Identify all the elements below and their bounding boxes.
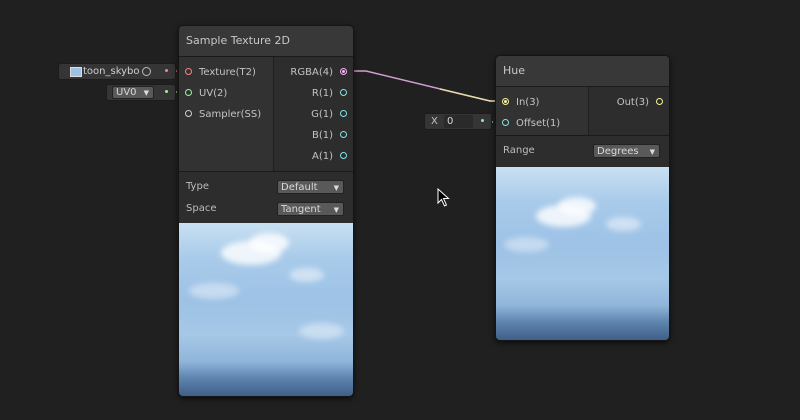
output-port-g[interactable]: G(1) (277, 104, 347, 125)
texture-inline-port (165, 69, 168, 72)
offset-axis-label: X (431, 116, 438, 127)
uv-channel-dropdown[interactable]: UV0 ▼ (112, 86, 154, 99)
node-ports: In(3) Offset(1) Out(3) (496, 87, 669, 136)
uv-inline-input[interactable]: UV0 ▼ (106, 84, 176, 101)
output-port-a[interactable]: A(1) (277, 146, 347, 167)
chevron-down-icon: ▼ (333, 184, 339, 192)
chevron-down-icon: ▼ (333, 206, 339, 214)
space-value: Tangent (281, 204, 321, 215)
hue-node[interactable]: Hue In(3) Offset(1) Out(3) Range Degrees… (495, 55, 670, 341)
port-uv-label: UV(2) (199, 88, 228, 99)
sky-preview-image (179, 223, 353, 396)
type-label: Type (186, 181, 209, 192)
texture-preview (179, 223, 353, 396)
port-r-dot (340, 89, 347, 96)
port-g-dot (340, 110, 347, 117)
sky-preview-image (496, 167, 669, 340)
port-in-label: In(3) (516, 97, 540, 108)
port-rgba-dot (340, 68, 347, 75)
output-port-b[interactable]: B(1) (277, 125, 347, 146)
port-a-dot (340, 152, 347, 159)
node-title[interactable]: Hue (496, 56, 669, 87)
output-port-rgba[interactable]: RGBA(4) (277, 62, 347, 83)
uv-channel-value: UV0 (116, 87, 137, 98)
output-port-out[interactable]: Out(3) (593, 92, 663, 113)
offset-inline-input[interactable]: X 0 (424, 113, 492, 130)
type-dropdown[interactable]: Default ▼ (277, 180, 344, 194)
texture-inline-input[interactable]: toon_skybo (58, 63, 176, 80)
mouse-cursor-icon (437, 188, 450, 207)
space-dropdown[interactable]: Tangent ▼ (277, 202, 344, 216)
port-r-label: R(1) (311, 88, 333, 99)
texture-thumbnail-icon (70, 67, 82, 77)
port-in-dot (502, 98, 509, 105)
type-value: Default (281, 182, 318, 193)
node-properties: Range Degrees ▼ (496, 136, 669, 166)
port-texture-label: Texture(T2) (199, 67, 256, 78)
port-offset-label: Offset(1) (516, 118, 561, 129)
sample-texture-2d-node[interactable]: Sample Texture 2D Texture(T2) UV(2) Samp… (178, 25, 354, 397)
offset-value-field[interactable]: 0 (444, 115, 473, 128)
port-texture-dot (185, 68, 192, 75)
hue-preview (496, 167, 669, 340)
node-title[interactable]: Sample Texture 2D (179, 26, 353, 57)
port-b-dot (340, 131, 347, 138)
port-uv-dot (185, 89, 192, 96)
chevron-down-icon: ▼ (143, 89, 149, 97)
node-ports: Texture(T2) UV(2) Sampler(SS) RGBA(4) R(… (179, 57, 353, 172)
port-sampler-label: Sampler(SS) (199, 109, 262, 120)
wire-rgba-to-in (345, 70, 505, 102)
port-out-dot (656, 98, 663, 105)
port-out-label: Out(3) (616, 97, 649, 108)
port-offset-dot (502, 119, 509, 126)
chevron-down-icon: ▼ (649, 148, 655, 156)
port-a-label: A(1) (311, 151, 333, 162)
port-rgba-label: RGBA(4) (290, 67, 333, 78)
port-g-label: G(1) (311, 109, 333, 120)
range-label: Range (503, 145, 535, 156)
node-properties: Type Default ▼ Space Tangent ▼ (179, 172, 353, 224)
offset-inline-port (481, 119, 484, 122)
port-b-label: B(1) (311, 130, 333, 141)
range-value: Degrees (597, 146, 639, 157)
output-port-r[interactable]: R(1) (277, 83, 347, 104)
uv-inline-port (165, 90, 168, 93)
texture-asset-name: toon_skybo (83, 66, 140, 77)
object-picker-icon[interactable] (142, 67, 151, 76)
port-sampler-dot (185, 110, 192, 117)
range-dropdown[interactable]: Degrees ▼ (593, 144, 660, 158)
space-label: Space (186, 203, 217, 214)
